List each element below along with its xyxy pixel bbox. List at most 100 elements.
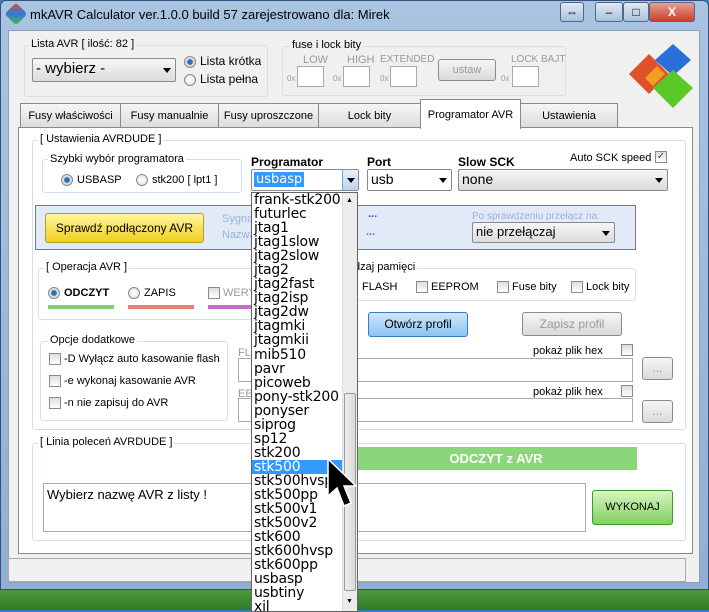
port-value: usb bbox=[371, 171, 394, 187]
programmer-dropdown-list[interactable]: frank-stk200 futurlec jtag1 jtag1slow jtag2s… bbox=[251, 192, 358, 612]
dropdown-item[interactable]: jtag2isp bbox=[252, 291, 344, 305]
dropdown-item[interactable]: mib510 bbox=[252, 347, 344, 362]
extended-field[interactable] bbox=[390, 66, 417, 87]
scrollbar[interactable]: ▲ ▼ bbox=[342, 193, 357, 611]
save-profile-button[interactable]: Zapisz profil bbox=[522, 312, 622, 336]
checkbox-label: Fuse bity bbox=[512, 281, 557, 293]
check-avr-button[interactable]: Sprawdź podłączony AVR bbox=[45, 213, 204, 243]
dropdown-item[interactable]: pony-stk200 bbox=[252, 390, 344, 404]
checkbox-flash[interactable]: FLASH bbox=[362, 281, 397, 293]
show-eeprom-hex-checkbox[interactable] bbox=[621, 385, 633, 397]
avr-select[interactable]: - wybierz - bbox=[32, 58, 176, 82]
name-value: ... bbox=[366, 226, 376, 238]
dropdown-item[interactable]: stk600hvsp bbox=[252, 544, 344, 558]
run-button[interactable]: WYKONAJ bbox=[592, 490, 673, 525]
dropdown-item[interactable]: usbasp bbox=[252, 572, 344, 586]
browse-eeprom-button[interactable]: ... bbox=[642, 400, 673, 423]
dropdown-item[interactable]: jtag2slow bbox=[252, 249, 344, 263]
radio-label: USBASP bbox=[77, 174, 122, 186]
dropdown-item[interactable]: jtagmki bbox=[252, 319, 344, 333]
auto-sck-checkbox[interactable]: ✓ bbox=[655, 151, 667, 163]
port-label: Port bbox=[367, 155, 391, 169]
high-field[interactable] bbox=[343, 66, 370, 87]
after-check-select[interactable]: nie przełączaj bbox=[472, 222, 615, 243]
radio-icon bbox=[184, 73, 196, 86]
after-check-label: Po sprawdzeniu przełącz na: bbox=[472, 211, 600, 222]
window-title: mkAVR Calculator ver.1.0.0 build 57 zare… bbox=[30, 7, 390, 22]
dropdown-item[interactable]: siprog bbox=[252, 418, 344, 432]
dropdown-item[interactable]: picoweb bbox=[252, 376, 344, 390]
programmer-value: usbasp bbox=[254, 172, 305, 187]
mouse-cursor-icon bbox=[327, 458, 357, 507]
scroll-up-icon[interactable]: ▲ bbox=[346, 197, 353, 204]
tab-fusy-uproszczone[interactable]: Fusy uproszczone bbox=[218, 103, 319, 128]
option-erase[interactable]: -e wykonaj kasowanie AVR bbox=[49, 375, 196, 388]
dropdown-item[interactable]: stk600 bbox=[252, 530, 344, 544]
dropdown-item[interactable]: jtag2fast bbox=[252, 277, 344, 291]
dropdown-item[interactable]: sp12 bbox=[252, 432, 344, 446]
programmer-select[interactable]: usbasp bbox=[251, 169, 359, 191]
tab-fusy-wlasciwosci[interactable]: Fusy właściwości bbox=[20, 103, 121, 128]
tab-ustawienia[interactable]: Ustawienia bbox=[520, 103, 618, 128]
low-field[interactable] bbox=[297, 66, 324, 87]
radio-label: Lista krótka bbox=[200, 54, 262, 68]
radio-icon bbox=[184, 55, 196, 68]
show-hex-label: pokaż plik hex bbox=[533, 345, 603, 357]
tab-lock-bity[interactable]: Lock bity bbox=[318, 103, 421, 128]
dropdown-item[interactable]: xil bbox=[252, 600, 344, 611]
port-select[interactable]: usb bbox=[367, 169, 452, 191]
avr-select-value: - wybierz - bbox=[36, 60, 106, 77]
checkbox-fuse[interactable]: Fuse bity bbox=[497, 281, 557, 294]
open-profile-button[interactable]: Otwórz profil bbox=[368, 312, 468, 337]
hex-prefix: 0x bbox=[380, 74, 389, 83]
option-no-erase[interactable]: -D Wyłącz auto kasowanie flash bbox=[49, 353, 220, 366]
memory-legend: dzaj pamięci bbox=[352, 261, 418, 273]
slow-sck-value: none bbox=[462, 171, 494, 187]
checkbox-label: FLASH bbox=[362, 281, 398, 293]
radio-full-list[interactable]: Lista pełna bbox=[184, 72, 258, 86]
radio-read[interactable]: ODCZYT bbox=[48, 287, 109, 300]
dropdown-item[interactable]: stk600pp bbox=[252, 558, 344, 572]
browse-flash-button[interactable]: ... bbox=[642, 357, 673, 380]
radio-write[interactable]: ZAPIS bbox=[128, 287, 176, 300]
extended-label: EXTENDED bbox=[380, 54, 435, 65]
tab-programator-avr[interactable]: Programator AVR bbox=[420, 99, 521, 129]
radio-stk200[interactable]: stk200 [ lpt1 ] bbox=[136, 174, 217, 187]
dropdown-item[interactable]: frank-stk200 bbox=[252, 193, 344, 207]
maximize-button[interactable]: □ bbox=[623, 2, 649, 22]
checkbox-eeprom[interactable]: EEPROM bbox=[416, 281, 479, 294]
dropdown-item[interactable]: jtag2 bbox=[252, 263, 344, 277]
close-button[interactable]: X bbox=[649, 2, 695, 22]
show-flash-hex-checkbox[interactable] bbox=[621, 344, 633, 356]
hex-prefix: 0x bbox=[501, 74, 510, 83]
radio-usbasp[interactable]: USBASP bbox=[61, 174, 122, 187]
dropdown-item[interactable]: stk500v2 bbox=[252, 516, 344, 530]
dropdown-item[interactable]: pavr bbox=[252, 362, 344, 376]
dropdown-item[interactable]: jtag2dw bbox=[252, 305, 344, 319]
dropdown-item[interactable]: jtag1slow bbox=[252, 235, 344, 249]
scroll-down-icon[interactable]: ▼ bbox=[346, 598, 353, 605]
slow-sck-label: Slow SCK bbox=[458, 155, 515, 169]
lock-field[interactable] bbox=[512, 66, 539, 87]
set-button[interactable]: ustaw bbox=[438, 59, 496, 81]
slow-sck-select[interactable]: none bbox=[458, 169, 668, 191]
lock-label: LOCK BAJT bbox=[511, 54, 566, 65]
dropdown-button[interactable] bbox=[342, 170, 358, 190]
dropdown-item[interactable]: usbtiny bbox=[252, 586, 344, 600]
tab-fusy-manualnie[interactable]: Fusy manualnie bbox=[120, 103, 219, 128]
after-check-value: nie przełączaj bbox=[476, 224, 556, 239]
minimize-button[interactable]: – bbox=[595, 2, 623, 22]
avr-list-legend: Lista AVR [ ilość: 82 ] bbox=[29, 38, 137, 50]
checkbox-icon bbox=[416, 281, 428, 294]
dropdown-item[interactable]: futurlec bbox=[252, 207, 344, 221]
checkbox-lock[interactable]: Lock bity bbox=[571, 281, 629, 294]
checkbox-verify[interactable]: WERY bbox=[208, 287, 256, 300]
dropdown-item[interactable]: jtag1 bbox=[252, 221, 344, 235]
dropdown-item[interactable]: jtagmkii bbox=[252, 333, 344, 347]
swap-button[interactable]: ⇔ bbox=[560, 2, 584, 22]
operation-legend: [ Operacja AVR ] bbox=[44, 261, 130, 273]
option-no-write[interactable]: -n nie zapisuj do AVR bbox=[49, 397, 168, 410]
checkbox-icon bbox=[571, 281, 583, 294]
dropdown-item[interactable]: ponyser bbox=[252, 404, 344, 418]
radio-short-list[interactable]: Lista krótka bbox=[184, 54, 261, 68]
